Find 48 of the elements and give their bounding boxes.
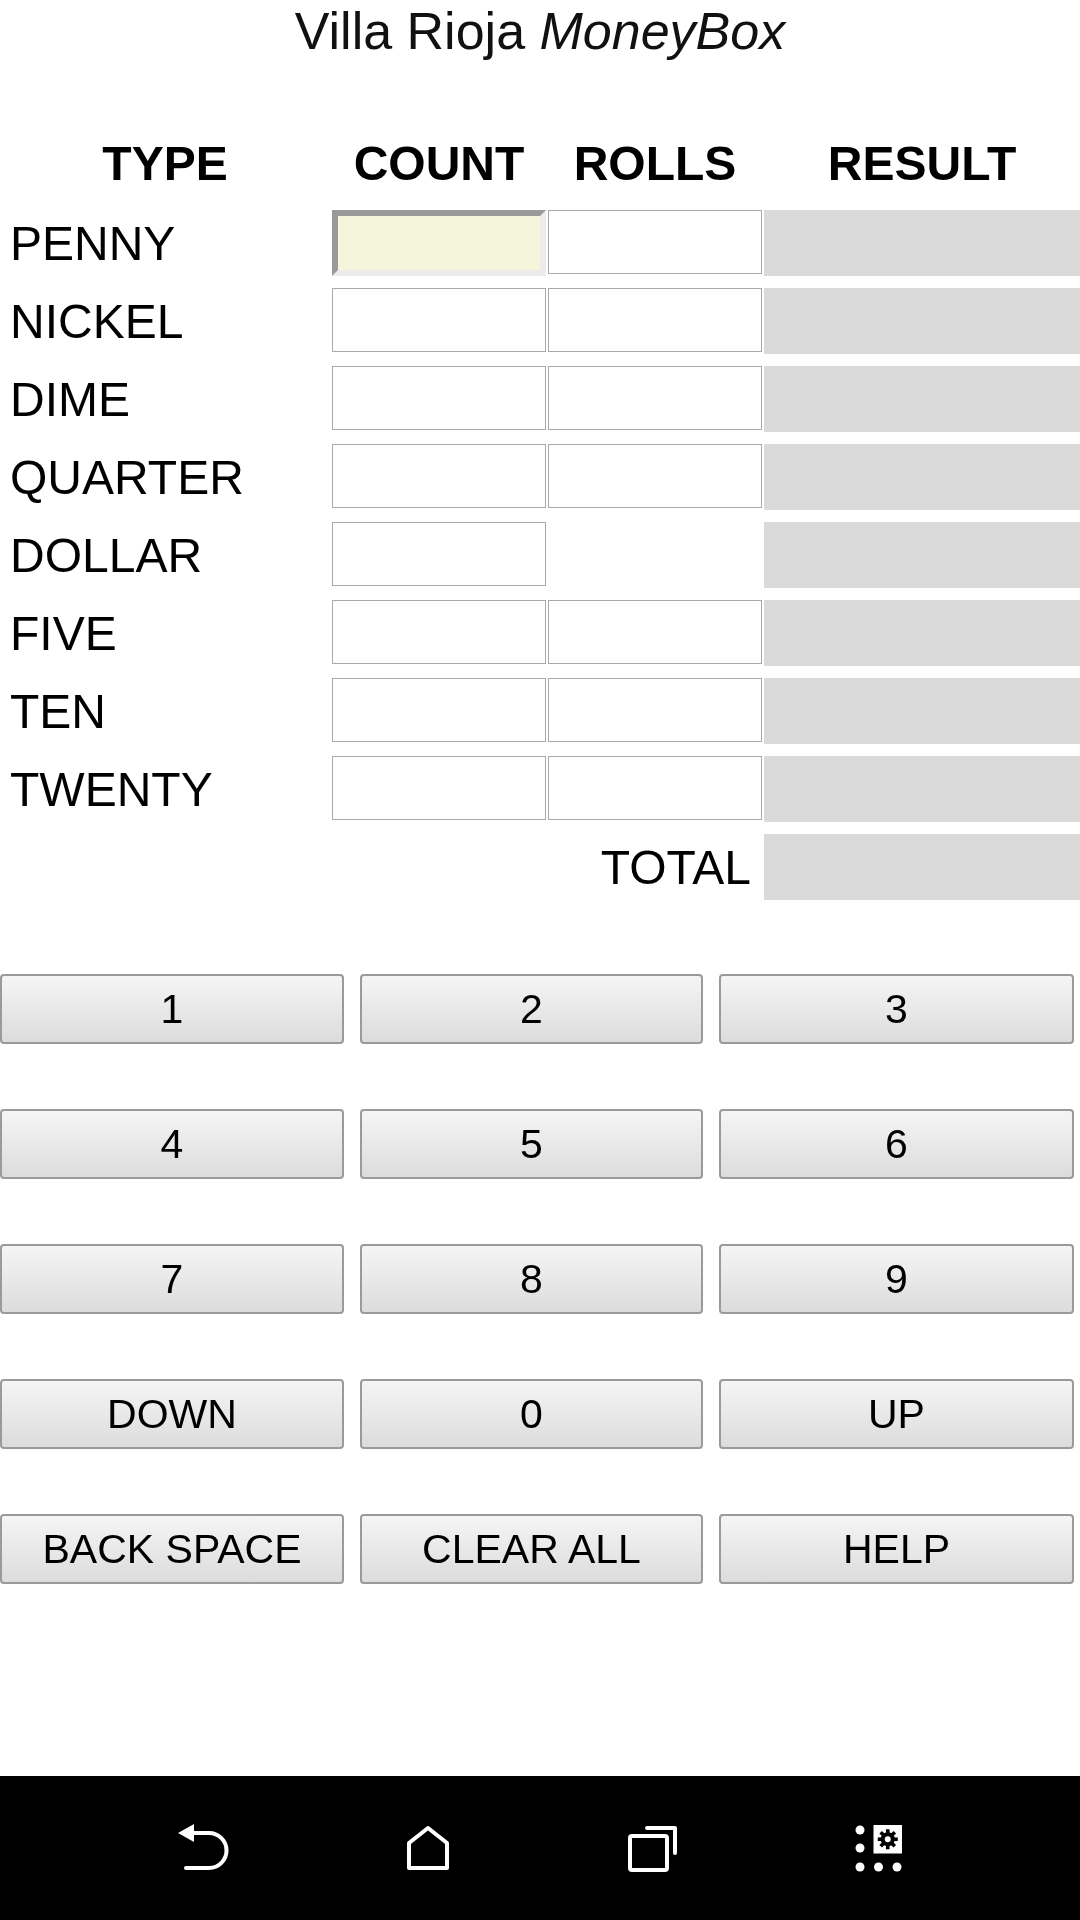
type-label: DIME [9, 371, 131, 427]
type-label: NICKEL [9, 293, 185, 349]
column-header: ROLLS [572, 136, 738, 192]
count-field[interactable] [332, 678, 546, 742]
app-title: Villa Rioja MoneyBox [293, 1, 788, 62]
type-label: PENNY [9, 215, 177, 271]
rolls-field[interactable] [548, 288, 762, 352]
keypad-button[interactable]: 1 [0, 974, 344, 1044]
count-field[interactable] [332, 522, 546, 586]
type-label: FIVE [9, 605, 118, 661]
column-header: RESULT [826, 136, 1018, 192]
keypad-button[interactable]: 9 [719, 1244, 1074, 1314]
column-header: COUNT [352, 136, 526, 192]
keypad-button[interactable]: 0 [360, 1379, 703, 1449]
dot-grid-gear-icon[interactable] [855, 1824, 903, 1872]
keypad-button[interactable]: 8 [360, 1244, 703, 1314]
type-label: TWENTY [9, 761, 214, 817]
keypad-button[interactable]: 4 [0, 1109, 344, 1179]
recent-apps-icon[interactable] [627, 1824, 678, 1872]
count-field[interactable] [332, 600, 546, 664]
home-icon[interactable] [406, 1825, 451, 1871]
keypad-button[interactable]: 2 [360, 974, 703, 1044]
keypad-button[interactable]: BACK SPACE [0, 1514, 344, 1584]
count-field[interactable] [332, 444, 546, 508]
rolls-field[interactable] [548, 678, 762, 742]
rolls-field[interactable] [548, 600, 762, 664]
count-field[interactable] [332, 288, 546, 352]
keypad-button[interactable]: 5 [360, 1109, 703, 1179]
rolls-field[interactable] [548, 756, 762, 820]
count-field[interactable] [332, 756, 546, 820]
type-label: TEN [9, 683, 107, 739]
type-label: DOLLAR [9, 527, 204, 583]
keypad-button[interactable]: 6 [719, 1109, 1074, 1179]
keypad-button[interactable]: UP [719, 1379, 1074, 1449]
keypad-button[interactable]: 3 [719, 974, 1074, 1044]
back-icon[interactable] [177, 1824, 229, 1872]
rolls-field[interactable] [548, 444, 762, 508]
type-label: QUARTER [9, 449, 245, 505]
column-header: TYPE [101, 136, 229, 192]
rolls-field[interactable] [548, 210, 762, 274]
keypad-button[interactable]: HELP [719, 1514, 1074, 1584]
keypad-button[interactable]: CLEAR ALL [360, 1514, 703, 1584]
keypad-button[interactable]: 7 [0, 1244, 344, 1314]
rolls-field[interactable] [548, 366, 762, 430]
count-field[interactable] [332, 210, 546, 276]
count-field[interactable] [332, 366, 546, 430]
keypad-button[interactable]: DOWN [0, 1379, 344, 1449]
total-label: TOTAL [599, 839, 752, 895]
